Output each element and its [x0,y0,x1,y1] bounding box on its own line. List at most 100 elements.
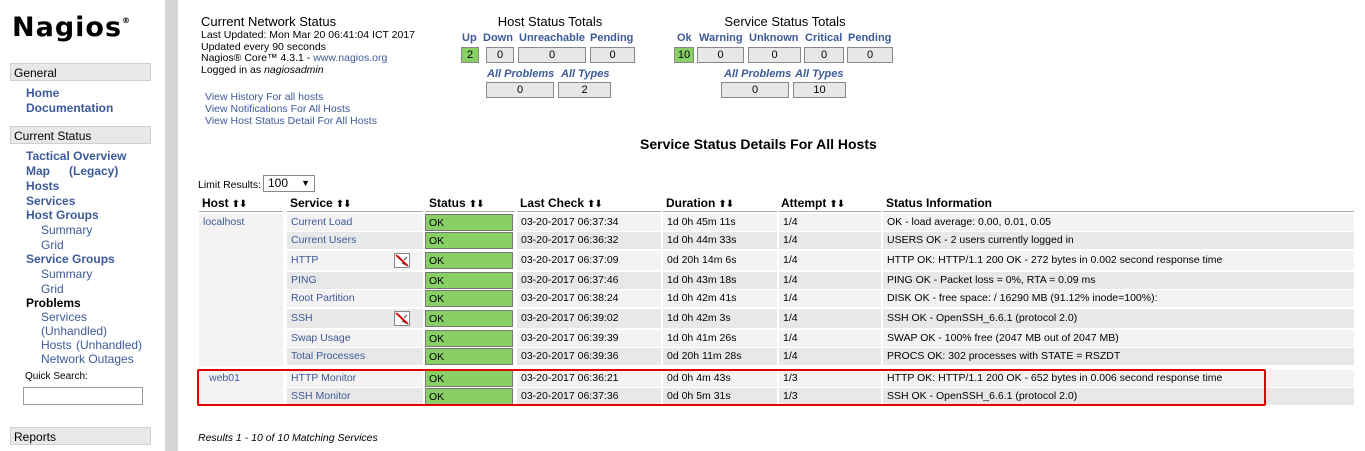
nav-map-legacy[interactable]: (Legacy) [69,164,118,178]
attempt: 1/4 [779,232,881,249]
service-pending-label[interactable]: Pending [848,32,891,44]
nav-tactical-overview[interactable]: Tactical Overview [26,149,127,163]
service-link[interactable]: Swap Usage [287,330,423,347]
limit-results-select[interactable]: 100 ▼ [263,175,315,192]
host-up-label[interactable]: Up [462,32,477,44]
nav-host-groups[interactable]: Host Groups [26,208,99,222]
host-down-count[interactable]: 0 [486,47,514,63]
service-link[interactable]: SSH Monitor [287,388,423,405]
status-badge: OK [425,388,513,405]
last-check: 03-20-2017 06:37:36 [517,388,661,405]
status-badge: OK [425,232,513,249]
last-check: 03-20-2017 06:37:46 [517,272,661,289]
duration: 0d 20h 11m 28s [663,348,777,365]
host-link[interactable]: web01 [199,370,285,387]
service-critical-label[interactable]: Critical [805,32,842,44]
sort-arrows-icon[interactable]: ⬆⬇ [336,199,352,210]
col-header-attempt: Attempt ⬆⬇ [781,196,845,210]
attempt: 1/4 [779,290,881,307]
service-warning-count[interactable]: 0 [697,47,744,63]
service-all-problems-count[interactable]: 0 [721,82,789,98]
duration: 1d 0h 45m 11s [663,214,777,231]
table-row: localhost Current Load OK 03-20-2017 06:… [199,214,1354,232]
sort-arrows-icon[interactable]: ⬆⬇ [587,199,603,210]
service-totals-title: Service Status Totals [724,14,846,29]
nav-home[interactable]: Home [26,86,59,100]
nav-services[interactable]: Services [26,194,75,208]
notifications-disabled-icon[interactable] [394,311,410,326]
nav-hostgroups-grid[interactable]: Grid [41,238,64,252]
host-all-problems-count[interactable]: 0 [486,82,554,98]
service-all-problems-label[interactable]: All Problems [724,68,791,80]
results-count: Results 1 - 10 of 10 Matching Services [198,432,378,444]
host-unreachable-count[interactable]: 0 [518,47,586,63]
table-row: Root Partition OK 03-20-2017 06:38:24 1d… [199,290,1354,308]
link-view-history[interactable]: View History For all hosts [205,91,323,104]
link-view-notifications[interactable]: View Notifications For All Hosts [205,103,350,116]
nav-service-groups[interactable]: Service Groups [26,252,115,266]
service-all-types-count[interactable]: 10 [793,82,846,98]
duration: 0d 20h 14m 6s [663,251,777,270]
host-all-problems-label[interactable]: All Problems [487,68,554,80]
sort-arrows-icon[interactable]: ⬆⬇ [718,199,734,210]
nav-map[interactable]: Map [26,164,50,178]
service-unknown-label[interactable]: Unknown [749,32,799,44]
last-check: 03-20-2017 06:37:09 [517,251,661,270]
host-unreachable-label[interactable]: Unreachable [519,32,585,44]
service-ok-count[interactable]: 10 [674,47,694,63]
nagios-org-link[interactable]: www.nagios.org [313,52,387,64]
attempt: 1/4 [779,214,881,231]
last-updated: Last Updated: Mon Mar 20 06:41:04 ICT 20… [201,29,416,41]
status-badge: OK [425,214,513,231]
service-link[interactable]: HTTP Monitor [287,370,423,387]
nav-servicegroups-summary[interactable]: Summary [41,267,92,281]
status-info: SSH OK - OpenSSH_6.6.1 (protocol 2.0) [883,388,1354,405]
host-all-types-label[interactable]: All Types [561,68,610,80]
service-link[interactable]: Total Processes [287,348,423,365]
nav-network-outages[interactable]: Network Outages [41,352,134,366]
duration: 1d 0h 44m 33s [663,232,777,249]
host-down-label[interactable]: Down [483,32,513,44]
service-critical-count[interactable]: 0 [804,47,844,63]
nagios-logo[interactable]: Nagios® [12,12,131,43]
service-all-types-label[interactable]: All Types [795,68,844,80]
host-pending-count[interactable]: 0 [590,47,635,63]
host-all-types-count[interactable]: 2 [558,82,611,98]
service-pending-count[interactable]: 0 [847,47,893,63]
service-warning-label[interactable]: Warning [699,32,743,44]
service-link[interactable]: PING [287,272,423,289]
nav-problems-services[interactable]: Services [41,310,87,324]
service-link[interactable]: Root Partition [287,290,423,307]
sort-arrows-icon[interactable]: ⬆⬇ [232,199,248,210]
status-info: DISK OK - free space: / 16290 MB (91.12%… [883,290,1354,307]
col-header-service: Service ⬆⬇ [290,196,352,210]
nav-problems-hosts-unhandled[interactable]: (Unhandled) [76,338,142,352]
sort-arrows-icon[interactable]: ⬆⬇ [829,199,845,210]
service-ok-label[interactable]: Ok [677,32,692,44]
service-link[interactable]: Current Users [287,232,423,249]
frame-splitter[interactable] [165,0,178,451]
nav-documentation[interactable]: Documentation [26,101,113,115]
service-unknown-count[interactable]: 0 [748,47,801,63]
nav-problems-services-unhandled[interactable]: (Unhandled) [41,324,107,338]
host-link[interactable]: localhost [199,214,285,231]
quick-search-input[interactable] [23,387,143,405]
table-row: Current Users OK 03-20-2017 06:36:32 1d … [199,232,1354,250]
header-divider [663,211,777,212]
status-badge: OK [425,348,513,365]
chevron-down-icon: ▼ [301,178,310,188]
duration: 1d 0h 41m 26s [663,330,777,347]
sort-arrows-icon[interactable]: ⬆⬇ [469,199,485,210]
current-status-header: Current Status [10,126,151,144]
host-pending-label[interactable]: Pending [590,32,633,44]
limit-results-label: Limit Results: [198,179,262,191]
service-link[interactable]: Current Load [287,214,423,231]
link-view-host-status[interactable]: View Host Status Detail For All Hosts [205,115,377,128]
host-up-count[interactable]: 2 [461,47,479,63]
last-check: 03-20-2017 06:36:21 [517,370,661,387]
nav-problems-hosts[interactable]: Hosts [41,338,72,352]
nav-servicegroups-grid[interactable]: Grid [41,282,64,296]
notifications-disabled-icon[interactable] [394,253,410,268]
nav-hosts[interactable]: Hosts [26,179,59,193]
nav-hostgroups-summary[interactable]: Summary [41,223,92,237]
